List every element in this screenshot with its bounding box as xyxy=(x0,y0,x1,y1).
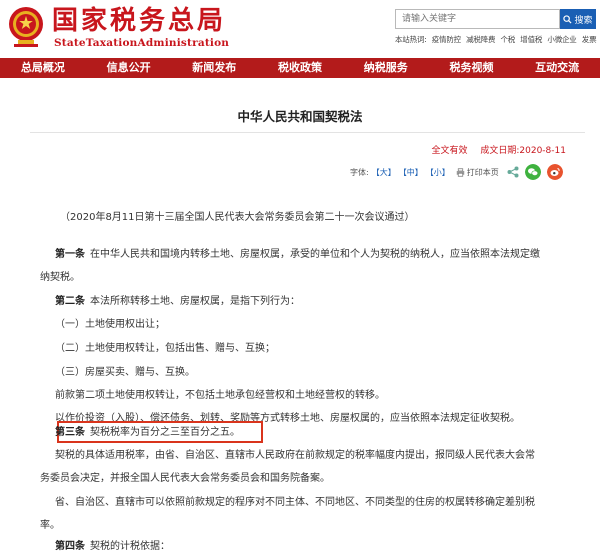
search-icon xyxy=(563,14,572,24)
share-icon[interactable] xyxy=(507,166,519,178)
hot-word-link[interactable]: 减税降费 xyxy=(466,35,495,44)
hot-word-link[interactable]: 个税 xyxy=(501,35,516,44)
font-medium-link[interactable]: 【中】 xyxy=(399,167,423,178)
article-paragraph: 第四条 契税的计税依据： xyxy=(40,535,560,553)
hot-words-label: 本站热词: xyxy=(395,35,427,44)
nav-item-overview[interactable]: 总局概况 xyxy=(0,58,86,78)
search-input[interactable] xyxy=(395,9,560,29)
article-paragraph: 契税的具体适用税率，由省、自治区、直辖市人民政府在前款规定的税率幅度内提出，报同… xyxy=(40,444,560,467)
article-title: 中华人民共和国契税法 xyxy=(237,109,363,124)
nav-item-policy[interactable]: 税收政策 xyxy=(257,58,343,78)
article-paragraph: 前款第二项土地使用权转让，不包括土地承包经营权和土地经营权的转移。 xyxy=(40,384,560,407)
article-clause-heading: 第二条 xyxy=(55,296,85,307)
article-paragraph: 省、自治区、直辖市可以依照前款规定的程序对不同主体、不同地区、不同类型的住房的权… xyxy=(40,491,560,514)
article-text: 本法所称转移土地、房屋权属，是指下列行为： xyxy=(90,296,300,307)
issue-date: 成文日期:2020-8-11 xyxy=(480,146,566,156)
nav-item-news[interactable]: 新闻发布 xyxy=(171,58,257,78)
article-text: 契税的具体适用税率，由省、自治区、直辖市人民政府在前款规定的税率幅度内提出，报同… xyxy=(55,450,535,461)
hot-word-link[interactable]: 增值税 xyxy=(520,35,542,44)
wechat-share-icon[interactable] xyxy=(524,164,541,180)
hot-word-link[interactable]: 小微企业 xyxy=(547,35,576,44)
article-paragraph: 率。 xyxy=(40,514,560,537)
main-nav: 总局概况 信息公开 新闻发布 税收政策 纳税服务 税务视频 互动交流 xyxy=(0,58,600,78)
nav-item-interaction[interactable]: 互动交流 xyxy=(514,58,600,78)
article-clause-heading: 第四条 xyxy=(55,541,85,552)
print-page-link[interactable]: 打印本页 xyxy=(467,167,499,178)
article-clause-heading: 第三条 xyxy=(55,427,85,438)
font-small-link[interactable]: 【小】 xyxy=(426,167,450,178)
hot-word-link[interactable]: 发票 xyxy=(582,35,597,44)
font-size-controls: 字体: 【大】 【中】 【小】 打印本页 xyxy=(350,164,563,180)
article-paragraph: 纳契税。 xyxy=(40,266,560,289)
font-large-link[interactable]: 【大】 xyxy=(372,167,396,178)
hot-word-link[interactable]: 疫情防控 xyxy=(432,35,461,44)
nav-item-video[interactable]: 税务视频 xyxy=(429,58,515,78)
article-paragraph: （二）土地使用权转让，包括出售、赠与、互换； xyxy=(40,337,560,360)
hot-words-bar: 本站热词: 疫情防控 减税降费 个税 增值税 小微企业 发票 xyxy=(395,34,600,45)
national-emblem-icon[interactable] xyxy=(6,5,46,49)
search-button[interactable]: 搜索 xyxy=(560,9,596,29)
article-text: 契税的计税依据： xyxy=(90,541,170,552)
article-text: 纳契税。 xyxy=(40,272,80,283)
nav-item-info[interactable]: 信息公开 xyxy=(86,58,172,78)
article-paragraph: 第二条 本法所称转移土地、房屋权属，是指下列行为： xyxy=(40,290,560,313)
article-meta: 全文有效 成文日期:2020-8-11 xyxy=(431,143,566,156)
article-text: 契税税率为百分之三至百分之五。 xyxy=(90,427,240,438)
site-logo-subtitle: StateTaxationAdministration xyxy=(54,37,230,49)
article-paragraph: （三）房屋买卖、赠与、互换。 xyxy=(40,361,560,384)
site-header: 国家税务总局 StateTaxationAdministration 搜索 本站… xyxy=(0,0,600,58)
title-divider xyxy=(30,132,585,133)
article-text: 前款第二项土地使用权转让，不包括土地承包经营权和土地经营权的转移。 xyxy=(55,390,385,401)
printer-icon[interactable] xyxy=(456,167,465,177)
article-paragraph: 务委员会决定，并报全国人民代表大会常务委员会和国务院备案。 xyxy=(40,467,560,490)
article-text: 务委员会决定，并报全国人民代表大会常务委员会和国务院备案。 xyxy=(40,473,330,484)
font-size-label: 字体: xyxy=(350,167,369,177)
article-text: 率。 xyxy=(40,520,60,531)
article-paragraph: （一）土地使用权出让； xyxy=(40,313,560,336)
site-logo-title[interactable]: 国家税务总局 xyxy=(52,6,226,36)
article-text: 省、自治区、直辖市可以依照前款规定的程序对不同主体、不同地区、不同类型的住房的权… xyxy=(55,497,535,508)
search-button-label: 搜索 xyxy=(574,15,593,26)
article-text: （二）土地使用权转让，包括出售、赠与、互换； xyxy=(55,343,275,354)
validity-status: 全文有效 xyxy=(431,146,468,156)
article-text: （一）土地使用权出让； xyxy=(55,319,165,330)
article-clause-heading: 第一条 xyxy=(55,249,85,260)
article-paragraph: 第三条 契税税率为百分之三至百分之五。 xyxy=(40,421,560,444)
nav-item-service[interactable]: 纳税服务 xyxy=(343,58,429,78)
article-text: 在中华人民共和国境内转移土地、房屋权属，承受的单位和个人为契税的纳税人，应当依照… xyxy=(90,249,540,260)
article-text: （三）房屋买卖、赠与、互换。 xyxy=(55,367,195,378)
article-subtitle: （2020年8月11日第十三届全国人民代表大会常务委员会第二十一次会议通过） xyxy=(60,212,415,223)
weibo-share-icon[interactable] xyxy=(546,164,563,180)
article-paragraph: 第一条 在中华人民共和国境内转移土地、房屋权属，承受的单位和个人为契税的纳税人，… xyxy=(40,243,560,266)
